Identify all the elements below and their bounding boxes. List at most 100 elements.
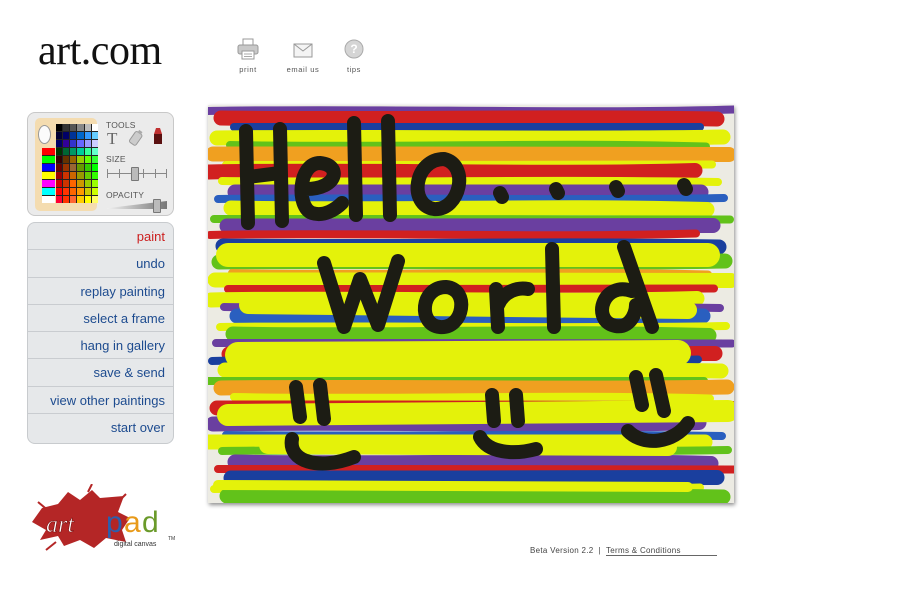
color-swatch[interactable] xyxy=(42,164,55,171)
undo-button[interactable]: undo xyxy=(28,250,173,278)
color-swatch[interactable] xyxy=(77,132,84,139)
color-swatch[interactable] xyxy=(42,188,55,195)
transparent-color-swatch[interactable] xyxy=(38,125,51,144)
color-swatch[interactable] xyxy=(63,156,70,163)
color-swatch[interactable] xyxy=(63,124,70,131)
hang-in-gallery-button[interactable]: hang in gallery xyxy=(28,332,173,360)
color-swatch[interactable] xyxy=(70,148,77,155)
color-swatch[interactable] xyxy=(84,180,91,187)
paint-stroke xyxy=(219,488,731,503)
size-slider-knob[interactable] xyxy=(131,167,139,181)
color-swatch[interactable] xyxy=(77,188,84,195)
color-swatch[interactable] xyxy=(91,148,98,155)
color-swatch[interactable] xyxy=(84,140,91,147)
color-swatch[interactable] xyxy=(84,132,91,139)
paint-stroke xyxy=(259,436,677,456)
color-swatch[interactable] xyxy=(70,124,77,131)
color-swatch[interactable] xyxy=(91,156,98,163)
color-swatch[interactable] xyxy=(63,164,70,171)
color-swatch[interactable] xyxy=(91,196,98,203)
color-swatch[interactable] xyxy=(56,180,63,187)
color-swatch[interactable] xyxy=(77,180,84,187)
color-swatch[interactable] xyxy=(63,132,70,139)
color-swatch[interactable] xyxy=(77,124,84,131)
color-swatch[interactable] xyxy=(42,196,55,203)
color-swatch[interactable] xyxy=(91,188,98,195)
color-swatch[interactable] xyxy=(56,156,63,163)
opacity-slider[interactable] xyxy=(107,199,167,213)
color-swatch[interactable] xyxy=(84,124,91,131)
color-swatch[interactable] xyxy=(84,156,91,163)
size-slider[interactable] xyxy=(107,165,167,181)
painting-strokes[interactable] xyxy=(208,105,734,503)
color-swatch[interactable] xyxy=(56,124,63,131)
color-swatch[interactable] xyxy=(42,156,55,163)
color-swatch[interactable] xyxy=(56,164,63,171)
footer: Beta Version 2.2 | Terms & Conditions xyxy=(530,546,717,556)
spray-can-icon[interactable] xyxy=(126,129,146,147)
svg-text:a: a xyxy=(124,506,141,539)
color-swatch[interactable] xyxy=(77,140,84,147)
color-swatch[interactable] xyxy=(42,172,55,179)
save-send-button[interactable]: save & send xyxy=(28,359,173,387)
email-us-button[interactable]: email us xyxy=(283,38,323,74)
tips-button[interactable]: ? tips xyxy=(334,38,374,74)
color-swatch[interactable] xyxy=(77,172,84,179)
print-label: print xyxy=(239,65,257,74)
art-com-logo[interactable]: art.com xyxy=(38,26,162,76)
opacity-slider-knob[interactable] xyxy=(153,199,161,213)
color-swatch[interactable] xyxy=(91,132,98,139)
text-tool-icon[interactable]: T xyxy=(107,129,117,149)
color-swatch[interactable] xyxy=(84,196,91,203)
color-swatch[interactable] xyxy=(84,164,91,171)
color-swatch[interactable] xyxy=(77,148,84,155)
color-swatch[interactable] xyxy=(91,164,98,171)
color-swatch[interactable] xyxy=(63,140,70,147)
color-swatch[interactable] xyxy=(77,196,84,203)
color-swatch[interactable] xyxy=(77,156,84,163)
color-swatch[interactable] xyxy=(70,180,77,187)
color-swatch[interactable] xyxy=(42,148,55,155)
artpad-logo[interactable]: art p a d digital canvas TM xyxy=(28,484,180,554)
paint-button[interactable]: paint xyxy=(28,223,173,251)
color-swatch[interactable] xyxy=(56,148,63,155)
color-swatch[interactable] xyxy=(63,172,70,179)
color-swatch[interactable] xyxy=(56,132,63,139)
color-swatch[interactable] xyxy=(84,148,91,155)
color-swatch[interactable] xyxy=(63,196,70,203)
color-swatch[interactable] xyxy=(70,156,77,163)
color-swatch[interactable] xyxy=(91,180,98,187)
color-swatch[interactable] xyxy=(56,196,63,203)
color-swatch[interactable] xyxy=(84,188,91,195)
terms-link[interactable]: Terms & Conditions xyxy=(606,546,717,556)
print-button[interactable]: print xyxy=(228,38,268,74)
replay-painting-button[interactable]: replay painting xyxy=(28,278,173,305)
color-swatch[interactable] xyxy=(70,172,77,179)
color-swatch[interactable] xyxy=(56,172,63,179)
color-swatch[interactable] xyxy=(91,172,98,179)
color-swatch[interactable] xyxy=(77,164,84,171)
view-other-paintings-button[interactable]: view other paintings xyxy=(28,387,173,415)
color-swatch[interactable] xyxy=(63,180,70,187)
color-swatch[interactable] xyxy=(42,180,55,187)
painting-canvas[interactable] xyxy=(208,105,734,503)
color-swatch[interactable] xyxy=(70,140,77,147)
color-swatch[interactable] xyxy=(70,132,77,139)
paint-stroke xyxy=(225,340,691,368)
paint-stroke xyxy=(214,194,728,204)
color-swatch[interactable] xyxy=(63,148,70,155)
color-swatch[interactable] xyxy=(70,188,77,195)
color-swatch[interactable] xyxy=(91,124,98,131)
color-swatch[interactable] xyxy=(63,188,70,195)
color-swatch[interactable] xyxy=(91,140,98,147)
color-swatch[interactable] xyxy=(56,140,63,147)
version-text: Beta Version 2.2 xyxy=(530,546,594,555)
color-swatch[interactable] xyxy=(56,188,63,195)
paint-bucket-icon[interactable] xyxy=(150,126,166,146)
select-frame-button[interactable]: select a frame xyxy=(28,305,173,333)
question-icon: ? xyxy=(344,39,364,59)
start-over-button[interactable]: start over xyxy=(28,414,173,441)
color-swatch[interactable] xyxy=(84,172,91,179)
color-swatch[interactable] xyxy=(70,164,77,171)
color-swatch[interactable] xyxy=(70,196,77,203)
